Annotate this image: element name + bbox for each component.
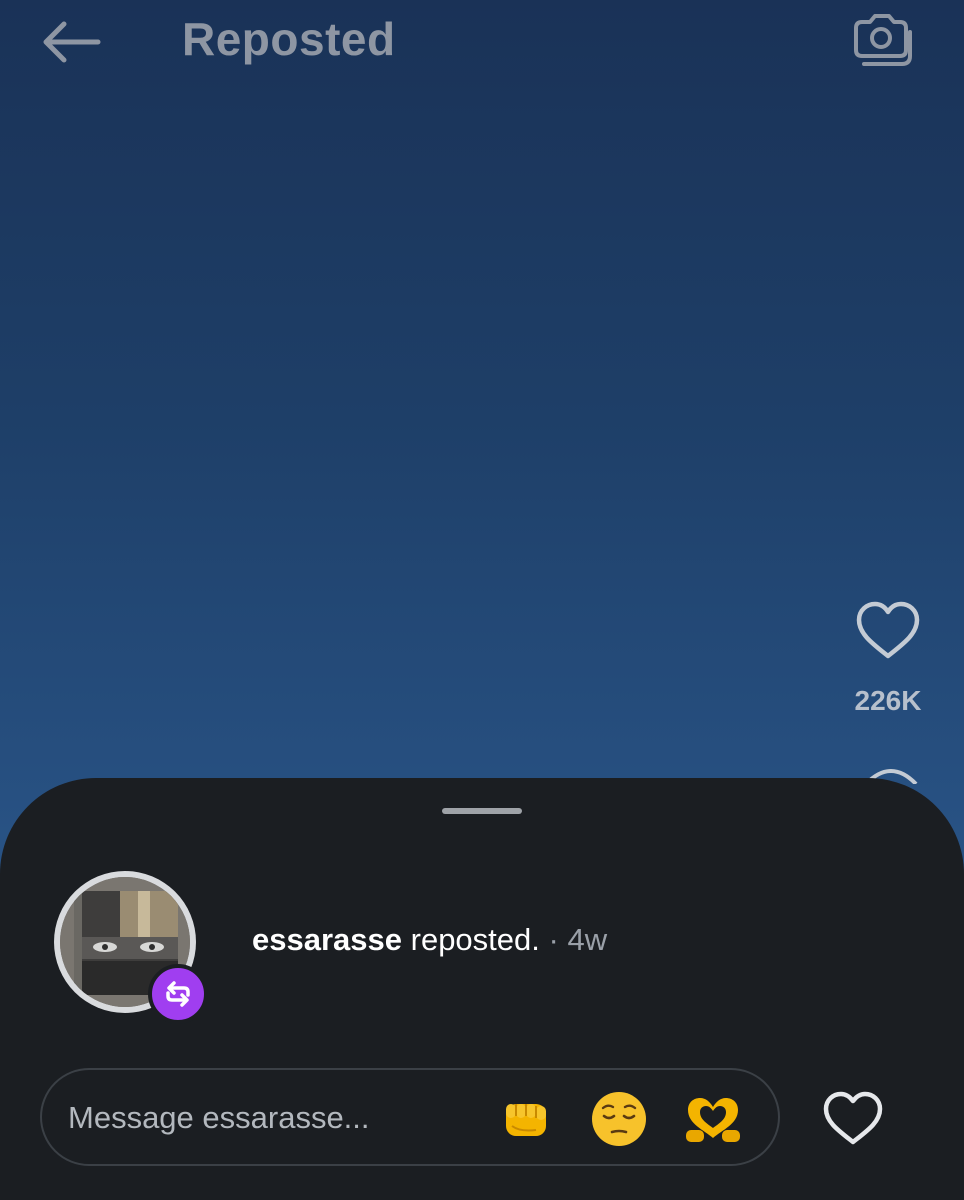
reposter-username[interactable]: essarasse — [252, 922, 402, 957]
like-message-button[interactable] — [820, 1090, 886, 1148]
like-count: 226K — [854, 685, 922, 716]
repost-timestamp: 4w — [567, 922, 608, 957]
camera-icon — [854, 14, 912, 66]
fist-bump-emoji-button[interactable] — [496, 1090, 558, 1148]
heart-outline-icon — [823, 1091, 883, 1145]
message-input[interactable] — [66, 1088, 470, 1148]
fist-bump-emoji-icon — [506, 1104, 546, 1136]
like-action: 226K — [846, 600, 930, 717]
repost-badge — [148, 964, 208, 1024]
heart-hands-emoji-button[interactable] — [682, 1090, 744, 1148]
back-button[interactable] — [38, 18, 104, 66]
camera-button[interactable] — [850, 12, 914, 70]
separator-dot: · — [548, 922, 559, 957]
page-title: Reposted — [182, 13, 396, 65]
repost-attribution: essarasse reposted. · 4w — [252, 922, 607, 958]
heart-outline-icon[interactable] — [853, 600, 923, 662]
repost-sheet: essarasse reposted. · 4w — [0, 778, 964, 1200]
heart-hands-emoji-icon — [686, 1098, 740, 1142]
message-composer — [40, 1068, 780, 1166]
top-bar: Reposted — [0, 0, 964, 90]
repost-icon — [166, 981, 190, 1007]
repost-action-text: reposted. — [410, 922, 540, 957]
pensive-face-emoji-button[interactable] — [588, 1090, 650, 1148]
sheet-grabber[interactable] — [442, 808, 522, 814]
pensive-face-emoji-icon — [592, 1092, 646, 1146]
back-arrow-icon — [43, 21, 101, 63]
